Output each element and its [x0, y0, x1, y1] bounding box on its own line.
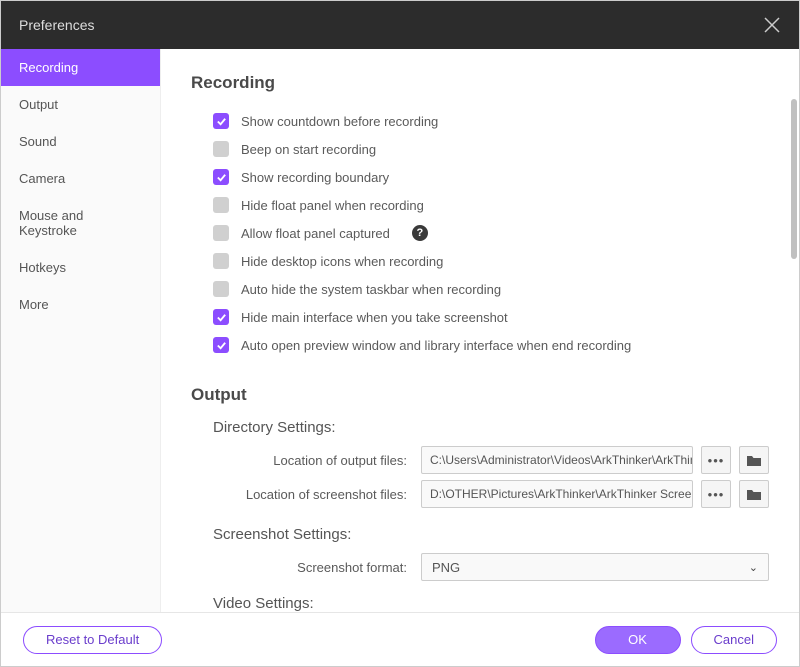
- checkbox-label: Beep on start recording: [241, 142, 376, 157]
- checkbox-label: Auto open preview window and library int…: [241, 338, 631, 353]
- main-panel: Recording Show countdown before recordin…: [161, 49, 799, 612]
- output-files-label: Location of output files:: [213, 453, 413, 468]
- chevron-down-icon: ⌄: [749, 561, 758, 574]
- sidebar-item-sound[interactable]: Sound: [1, 123, 160, 160]
- checkbox-label: Show countdown before recording: [241, 114, 438, 129]
- checkbox[interactable]: [213, 113, 229, 129]
- checkbox[interactable]: [213, 337, 229, 353]
- reset-to-default-button[interactable]: Reset to Default: [23, 626, 162, 654]
- checkbox[interactable]: [213, 225, 229, 241]
- browse-output-button[interactable]: •••: [701, 446, 731, 474]
- body: RecordingOutputSoundCameraMouse and Keys…: [1, 49, 799, 612]
- sidebar-item-more[interactable]: More: [1, 286, 160, 323]
- sidebar-item-mouse-and-keystroke[interactable]: Mouse and Keystroke: [1, 197, 160, 249]
- help-icon[interactable]: ?: [412, 225, 428, 241]
- browse-screenshot-button[interactable]: •••: [701, 480, 731, 508]
- screenshot-format-select[interactable]: PNG ⌄: [421, 553, 769, 581]
- sidebar-item-output[interactable]: Output: [1, 86, 160, 123]
- recording-option-row: Allow float panel captured?: [191, 219, 769, 247]
- close-icon[interactable]: [763, 16, 781, 34]
- window-title: Preferences: [19, 17, 94, 33]
- recording-option-row: Hide main interface when you take screen…: [191, 303, 769, 331]
- ok-button[interactable]: OK: [595, 626, 681, 654]
- cancel-button[interactable]: Cancel: [691, 626, 777, 654]
- preferences-window: Preferences RecordingOutputSoundCameraMo…: [0, 0, 800, 667]
- checkbox[interactable]: [213, 253, 229, 269]
- directory-settings-heading: Directory Settings:: [213, 419, 769, 436]
- recording-option-row: Auto hide the system taskbar when record…: [191, 275, 769, 303]
- footer-right: OK Cancel: [595, 626, 777, 654]
- recording-option-row: Show recording boundary: [191, 163, 769, 191]
- screenshot-files-label: Location of screenshot files:: [213, 487, 413, 502]
- recording-option-row: Auto open preview window and library int…: [191, 331, 769, 359]
- recording-option-row: Hide float panel when recording: [191, 191, 769, 219]
- output-files-row: Location of output files: C:\Users\Admin…: [191, 446, 769, 474]
- checkbox-label: Hide main interface when you take screen…: [241, 310, 508, 325]
- checkbox[interactable]: [213, 197, 229, 213]
- open-output-folder-button[interactable]: [739, 446, 769, 474]
- recording-option-row: Beep on start recording: [191, 135, 769, 163]
- checkbox[interactable]: [213, 309, 229, 325]
- sidebar: RecordingOutputSoundCameraMouse and Keys…: [1, 49, 161, 612]
- screenshot-files-path[interactable]: D:\OTHER\Pictures\ArkThinker\ArkThinker …: [421, 480, 693, 508]
- scrollbar-thumb[interactable]: [791, 99, 797, 259]
- titlebar: Preferences: [1, 1, 799, 49]
- recording-option-row: Show countdown before recording: [191, 107, 769, 135]
- checkbox-label: Hide desktop icons when recording: [241, 254, 443, 269]
- screenshot-format-row: Screenshot format: PNG ⌄: [191, 553, 769, 581]
- sidebar-item-hotkeys[interactable]: Hotkeys: [1, 249, 160, 286]
- screenshot-format-value: PNG: [432, 560, 460, 575]
- screenshot-settings-heading: Screenshot Settings:: [213, 526, 769, 543]
- output-heading: Output: [191, 385, 769, 405]
- checkbox[interactable]: [213, 141, 229, 157]
- folder-icon: [746, 453, 762, 467]
- video-settings-heading: Video Settings:: [213, 595, 769, 612]
- screenshot-files-row: Location of screenshot files: D:\OTHER\P…: [191, 480, 769, 508]
- sidebar-item-camera[interactable]: Camera: [1, 160, 160, 197]
- checkbox-label: Show recording boundary: [241, 170, 389, 185]
- open-screenshot-folder-button[interactable]: [739, 480, 769, 508]
- recording-heading: Recording: [191, 73, 769, 93]
- footer: Reset to Default OK Cancel: [1, 612, 799, 666]
- output-files-path[interactable]: C:\Users\Administrator\Videos\ArkThinker…: [421, 446, 693, 474]
- screenshot-format-label: Screenshot format:: [213, 560, 413, 575]
- checkbox[interactable]: [213, 281, 229, 297]
- sidebar-item-recording[interactable]: Recording: [1, 49, 160, 86]
- recording-option-row: Hide desktop icons when recording: [191, 247, 769, 275]
- checkbox[interactable]: [213, 169, 229, 185]
- checkbox-label: Auto hide the system taskbar when record…: [241, 282, 501, 297]
- folder-icon: [746, 487, 762, 501]
- checkbox-label: Hide float panel when recording: [241, 198, 424, 213]
- checkbox-label: Allow float panel captured: [241, 226, 390, 241]
